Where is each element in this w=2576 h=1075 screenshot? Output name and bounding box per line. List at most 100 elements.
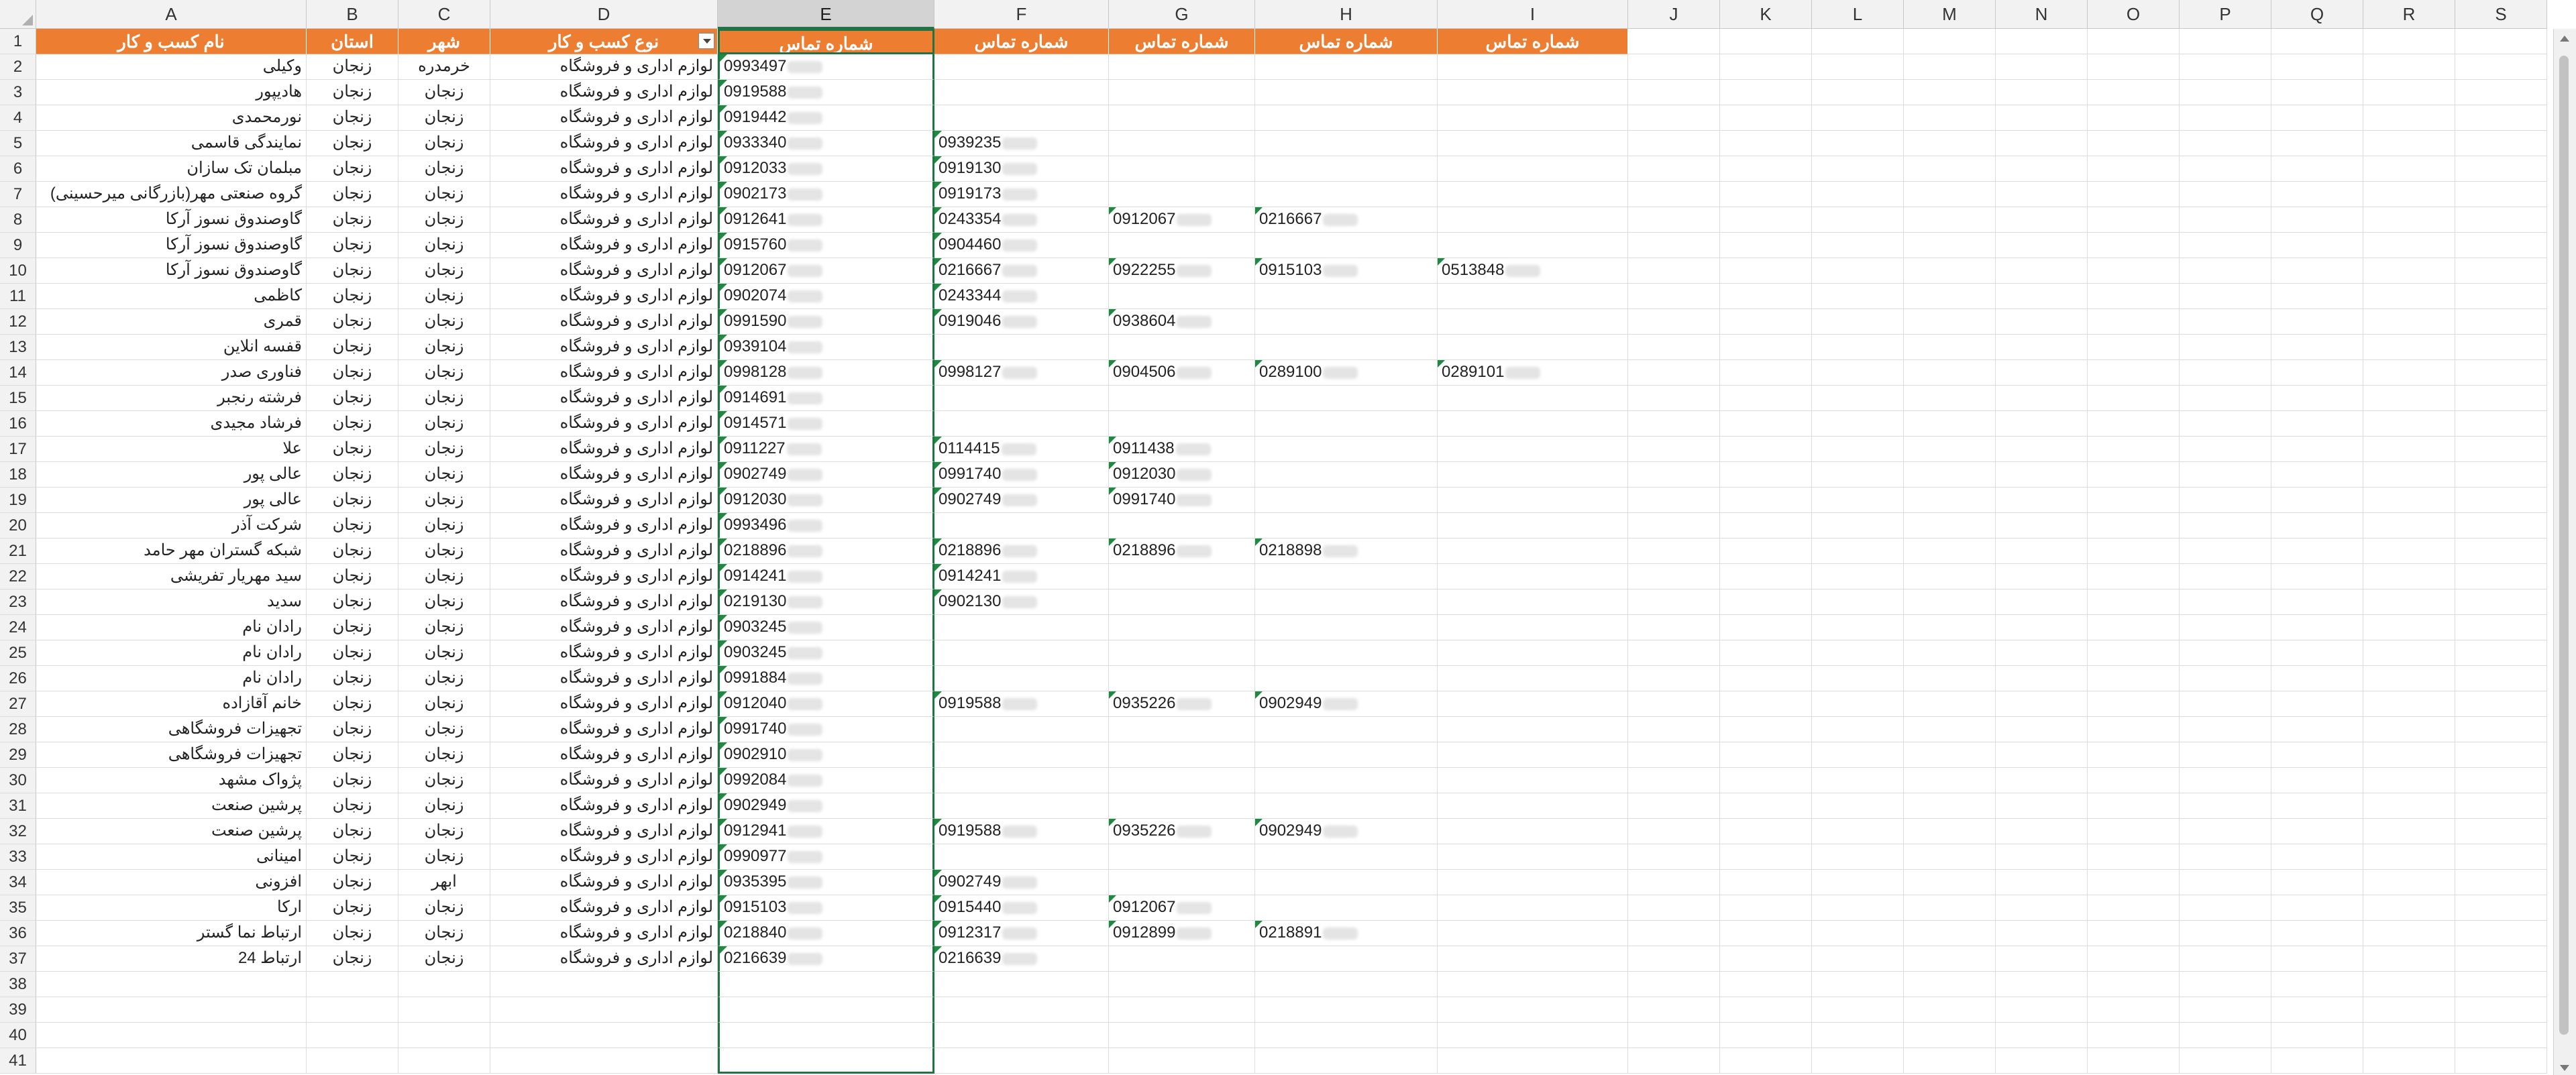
empty-cell[interactable] <box>1904 793 1996 819</box>
cell-d23[interactable]: لوازم اداری و فروشگاه <box>490 589 718 615</box>
empty-cell[interactable] <box>2088 921 2180 946</box>
row-header-34[interactable]: 34 <box>0 870 36 895</box>
cell-e15[interactable]: 0914691 <box>718 386 934 411</box>
empty-cell[interactable] <box>1904 284 1996 309</box>
cell-i5[interactable] <box>1438 131 1628 156</box>
empty-cell[interactable] <box>2363 793 2455 819</box>
empty-cell[interactable] <box>934 972 1109 997</box>
row-header-8[interactable]: 8 <box>0 207 36 233</box>
column-header-e[interactable]: E <box>718 0 934 29</box>
row-header-32[interactable]: 32 <box>0 819 36 844</box>
cell-i37[interactable] <box>1438 946 1628 972</box>
empty-cell[interactable] <box>2271 462 2363 488</box>
empty-cell[interactable] <box>2455 1048 2547 1074</box>
cell-e18[interactable]: 0902749 <box>718 462 934 488</box>
row-header-9[interactable]: 9 <box>0 233 36 258</box>
empty-cell[interactable] <box>2455 462 2547 488</box>
empty-cell[interactable] <box>2271 717 2363 742</box>
empty-cell[interactable] <box>2088 182 2180 207</box>
cell-i3[interactable] <box>1438 80 1628 105</box>
cell-a4[interactable]: نورمحمدی <box>36 105 307 131</box>
empty-cell[interactable] <box>398 1048 490 1074</box>
empty-cell[interactable] <box>2271 233 2363 258</box>
empty-cell[interactable] <box>2180 386 2271 411</box>
empty-cell[interactable] <box>1628 335 1720 360</box>
empty-cell[interactable] <box>2455 80 2547 105</box>
empty-cell[interactable] <box>1996 207 2088 233</box>
empty-cell[interactable] <box>1628 309 1720 335</box>
empty-cell[interactable] <box>1628 589 1720 615</box>
cell-f26[interactable] <box>934 666 1109 691</box>
cell-d28[interactable]: لوازم اداری و فروشگاه <box>490 717 718 742</box>
empty-cell[interactable] <box>1996 29 2088 54</box>
empty-cell[interactable] <box>2088 615 2180 640</box>
empty-cell[interactable] <box>2455 870 2547 895</box>
empty-cell[interactable] <box>1628 972 1720 997</box>
empty-cell[interactable] <box>2088 717 2180 742</box>
empty-cell[interactable] <box>2088 309 2180 335</box>
row-header-2[interactable]: 2 <box>0 54 36 80</box>
empty-cell[interactable] <box>1720 1023 1812 1048</box>
empty-cell[interactable] <box>1904 946 1996 972</box>
cell-d17[interactable]: لوازم اداری و فروشگاه <box>490 437 718 462</box>
cell-f36[interactable]: 0912317 <box>934 921 1109 946</box>
empty-cell[interactable] <box>2088 105 2180 131</box>
cell-f2[interactable] <box>934 54 1109 80</box>
row-header-1[interactable]: 1 <box>0 29 36 54</box>
empty-cell[interactable] <box>1628 156 1720 182</box>
empty-cell[interactable] <box>2363 1048 2455 1074</box>
empty-cell[interactable] <box>1720 105 1812 131</box>
empty-cell[interactable] <box>1812 335 1904 360</box>
cell-d16[interactable]: لوازم اداری و فروشگاه <box>490 411 718 437</box>
empty-cell[interactable] <box>398 972 490 997</box>
cell-h15[interactable] <box>1255 386 1438 411</box>
cell-g26[interactable] <box>1109 666 1255 691</box>
empty-cell[interactable] <box>1628 895 1720 921</box>
empty-cell[interactable] <box>2180 997 2271 1023</box>
cell-a10[interactable]: گاوصندوق نسوز آرکا <box>36 258 307 284</box>
empty-cell[interactable] <box>2363 615 2455 640</box>
cell-g22[interactable] <box>1109 564 1255 589</box>
cell-h23[interactable] <box>1255 589 1438 615</box>
empty-cell[interactable] <box>1904 105 1996 131</box>
column-header-p[interactable]: P <box>2180 0 2271 29</box>
empty-cell[interactable] <box>1904 29 1996 54</box>
empty-cell[interactable] <box>1628 844 1720 870</box>
row-header-11[interactable]: 11 <box>0 284 36 309</box>
empty-cell[interactable] <box>1904 742 1996 768</box>
empty-cell[interactable] <box>36 1048 307 1074</box>
header-cell-c[interactable]: شهر <box>398 29 490 54</box>
empty-cell[interactable] <box>2088 589 2180 615</box>
cell-c28[interactable]: زنجان <box>398 717 490 742</box>
cell-a2[interactable]: وکیلی <box>36 54 307 80</box>
cell-h33[interactable] <box>1255 844 1438 870</box>
empty-cell[interactable] <box>1996 1023 2088 1048</box>
empty-cell[interactable] <box>1812 1023 1904 1048</box>
empty-cell[interactable] <box>2180 513 2271 539</box>
empty-cell[interactable] <box>1720 29 1812 54</box>
empty-cell[interactable] <box>2363 488 2455 513</box>
empty-cell[interactable] <box>1812 207 1904 233</box>
empty-cell[interactable] <box>1812 589 1904 615</box>
cell-a12[interactable]: قمری <box>36 309 307 335</box>
column-header-g[interactable]: G <box>1109 0 1255 29</box>
cell-i9[interactable] <box>1438 233 1628 258</box>
empty-cell[interactable] <box>1996 640 2088 666</box>
empty-cell[interactable] <box>2455 386 2547 411</box>
cell-i36[interactable] <box>1438 921 1628 946</box>
cell-d26[interactable]: لوازم اداری و فروشگاه <box>490 666 718 691</box>
empty-cell[interactable] <box>2088 80 2180 105</box>
empty-cell[interactable] <box>1628 284 1720 309</box>
empty-cell[interactable] <box>718 1048 934 1074</box>
cell-b15[interactable]: زنجان <box>307 386 398 411</box>
empty-cell[interactable] <box>1628 360 1720 386</box>
empty-cell[interactable] <box>2088 513 2180 539</box>
empty-cell[interactable] <box>2271 360 2363 386</box>
cell-e9[interactable]: 0915760 <box>718 233 934 258</box>
empty-cell[interactable] <box>1628 462 1720 488</box>
empty-cell[interactable] <box>1996 54 2088 80</box>
cell-h12[interactable] <box>1255 309 1438 335</box>
empty-cell[interactable] <box>2271 793 2363 819</box>
empty-cell[interactable] <box>2088 666 2180 691</box>
empty-cell[interactable] <box>1720 793 1812 819</box>
